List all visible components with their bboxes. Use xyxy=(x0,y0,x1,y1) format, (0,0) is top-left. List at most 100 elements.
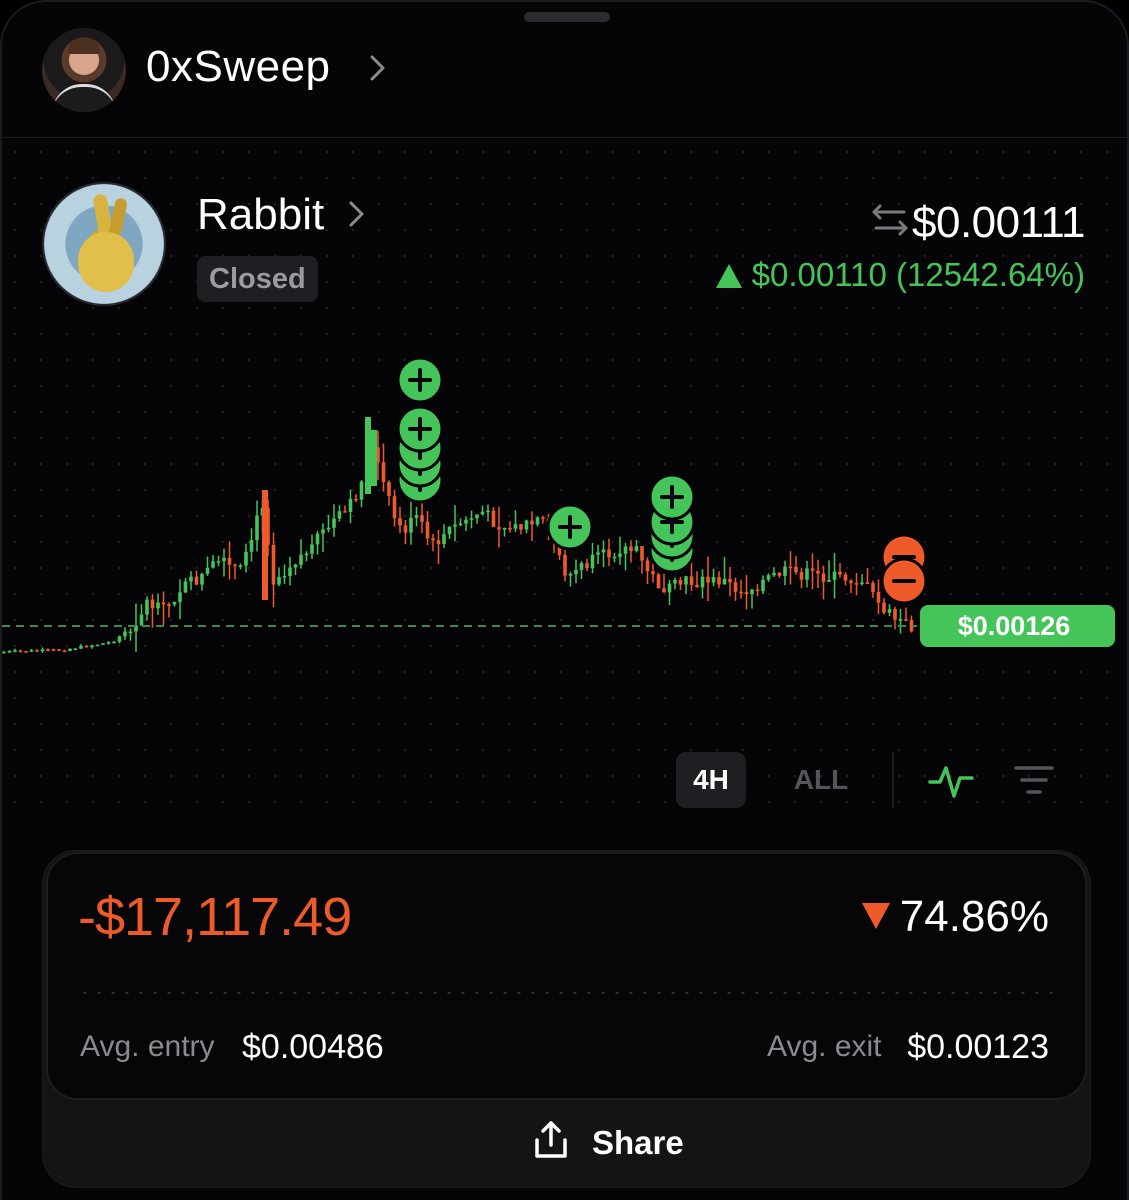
candle-body xyxy=(117,636,122,642)
pnl-percent-value: 74.86% xyxy=(899,892,1049,941)
avg-entry-label: Avg. entry xyxy=(80,1030,215,1063)
candle-body xyxy=(689,576,694,585)
candle-body xyxy=(744,592,749,595)
candle-body xyxy=(585,563,589,569)
candle-body xyxy=(194,576,199,585)
candle-body xyxy=(414,515,419,518)
candle-body xyxy=(480,511,485,515)
candle-body xyxy=(425,521,430,539)
avg-exit-value: $0.00123 xyxy=(907,1028,1049,1066)
candle-body xyxy=(662,588,666,593)
candle-body xyxy=(755,589,760,592)
candle-body xyxy=(486,510,490,513)
candle-body xyxy=(519,524,523,530)
candle-body xyxy=(183,581,188,593)
candle-body xyxy=(821,573,826,582)
candle-body xyxy=(590,554,595,569)
candle-body xyxy=(629,546,633,552)
candles xyxy=(2,417,914,654)
candle-body xyxy=(904,619,908,621)
candle-body xyxy=(651,571,655,575)
candle-body xyxy=(343,511,347,513)
candle-body xyxy=(491,510,496,528)
price-change: $0.00110 (12542.64%) xyxy=(715,256,1085,294)
candle-body xyxy=(772,572,776,576)
candle-body xyxy=(596,552,600,555)
candle-body xyxy=(508,527,512,530)
candle-body xyxy=(84,645,89,648)
sell-marker-icon[interactable] xyxy=(880,557,928,605)
candle-body xyxy=(348,498,353,512)
candle-body xyxy=(574,569,578,575)
candle-body xyxy=(794,566,798,573)
candle-body xyxy=(898,619,903,621)
chevron-right-icon xyxy=(349,201,364,227)
share-icon xyxy=(535,1121,567,1158)
user-name[interactable]: 0xSweep xyxy=(146,42,331,92)
candle-body xyxy=(667,583,672,593)
candle-body xyxy=(475,514,479,519)
sheet-grabber[interactable] xyxy=(524,12,610,22)
candle-body xyxy=(262,490,268,600)
candle-body xyxy=(359,481,364,500)
buy-marker-icon[interactable] xyxy=(396,405,444,453)
candle-body xyxy=(788,566,793,569)
buy-marker-icon[interactable] xyxy=(396,356,444,404)
candle-body xyxy=(398,518,402,526)
tab-4h[interactable]: 4H xyxy=(676,752,746,808)
candle-body xyxy=(832,571,837,580)
candle-body xyxy=(200,573,204,585)
buy-marker-icon[interactable] xyxy=(546,503,594,551)
candle-body xyxy=(68,648,72,651)
price-chart[interactable]: $0.00126 xyxy=(2,332,1129,692)
tab-all[interactable]: ALL xyxy=(786,752,856,808)
candle-body xyxy=(684,576,688,585)
candle-body xyxy=(332,518,336,528)
buy-marker-icon[interactable] xyxy=(648,473,696,521)
candle-body xyxy=(524,520,529,530)
candle-body xyxy=(568,574,573,576)
candle-body xyxy=(810,568,815,571)
filter-icon[interactable] xyxy=(1012,762,1056,798)
avg-exit-label: Avg. exit xyxy=(767,1030,882,1063)
candle-body xyxy=(717,577,721,585)
candle-body xyxy=(656,574,661,589)
candle-body xyxy=(739,591,743,594)
candle-body xyxy=(90,645,94,648)
candle-body xyxy=(464,519,468,524)
user-header[interactable]: 0xSweep xyxy=(2,26,1127,138)
candle-body xyxy=(79,645,83,649)
candle-body xyxy=(860,582,864,584)
divider xyxy=(892,752,894,808)
candle-body xyxy=(607,549,611,558)
candle-body xyxy=(887,609,892,613)
candle-body xyxy=(321,529,325,534)
candle-body xyxy=(634,546,639,552)
candle-body xyxy=(216,561,221,563)
candle-body xyxy=(244,551,248,566)
status-badge: Closed xyxy=(197,256,318,302)
candle-body xyxy=(458,523,463,526)
swap-icon[interactable] xyxy=(870,202,910,238)
candle-body xyxy=(156,602,160,609)
candle-body xyxy=(238,565,243,568)
token-price: $0.00111 xyxy=(912,198,1086,247)
candle-body xyxy=(783,566,787,576)
candle-body xyxy=(777,572,782,576)
candle-body xyxy=(563,554,567,576)
candle-body xyxy=(541,517,545,519)
candle-body xyxy=(838,571,842,575)
candle-body xyxy=(381,462,386,483)
candle-body xyxy=(431,538,435,541)
candle-body xyxy=(233,564,237,567)
candle-body xyxy=(409,517,413,533)
share-button[interactable]: Share xyxy=(46,1102,1087,1182)
candle-body xyxy=(315,533,320,545)
candle-body xyxy=(469,518,474,520)
price-change-value: $0.00110 (12542.64%) xyxy=(751,256,1085,293)
up-triangle-icon xyxy=(715,264,742,288)
pnl-value: -$17,117.49 xyxy=(78,887,352,947)
line-chart-icon[interactable] xyxy=(928,760,974,800)
token-name[interactable]: Rabbit xyxy=(197,190,324,240)
candle-body xyxy=(288,567,292,577)
